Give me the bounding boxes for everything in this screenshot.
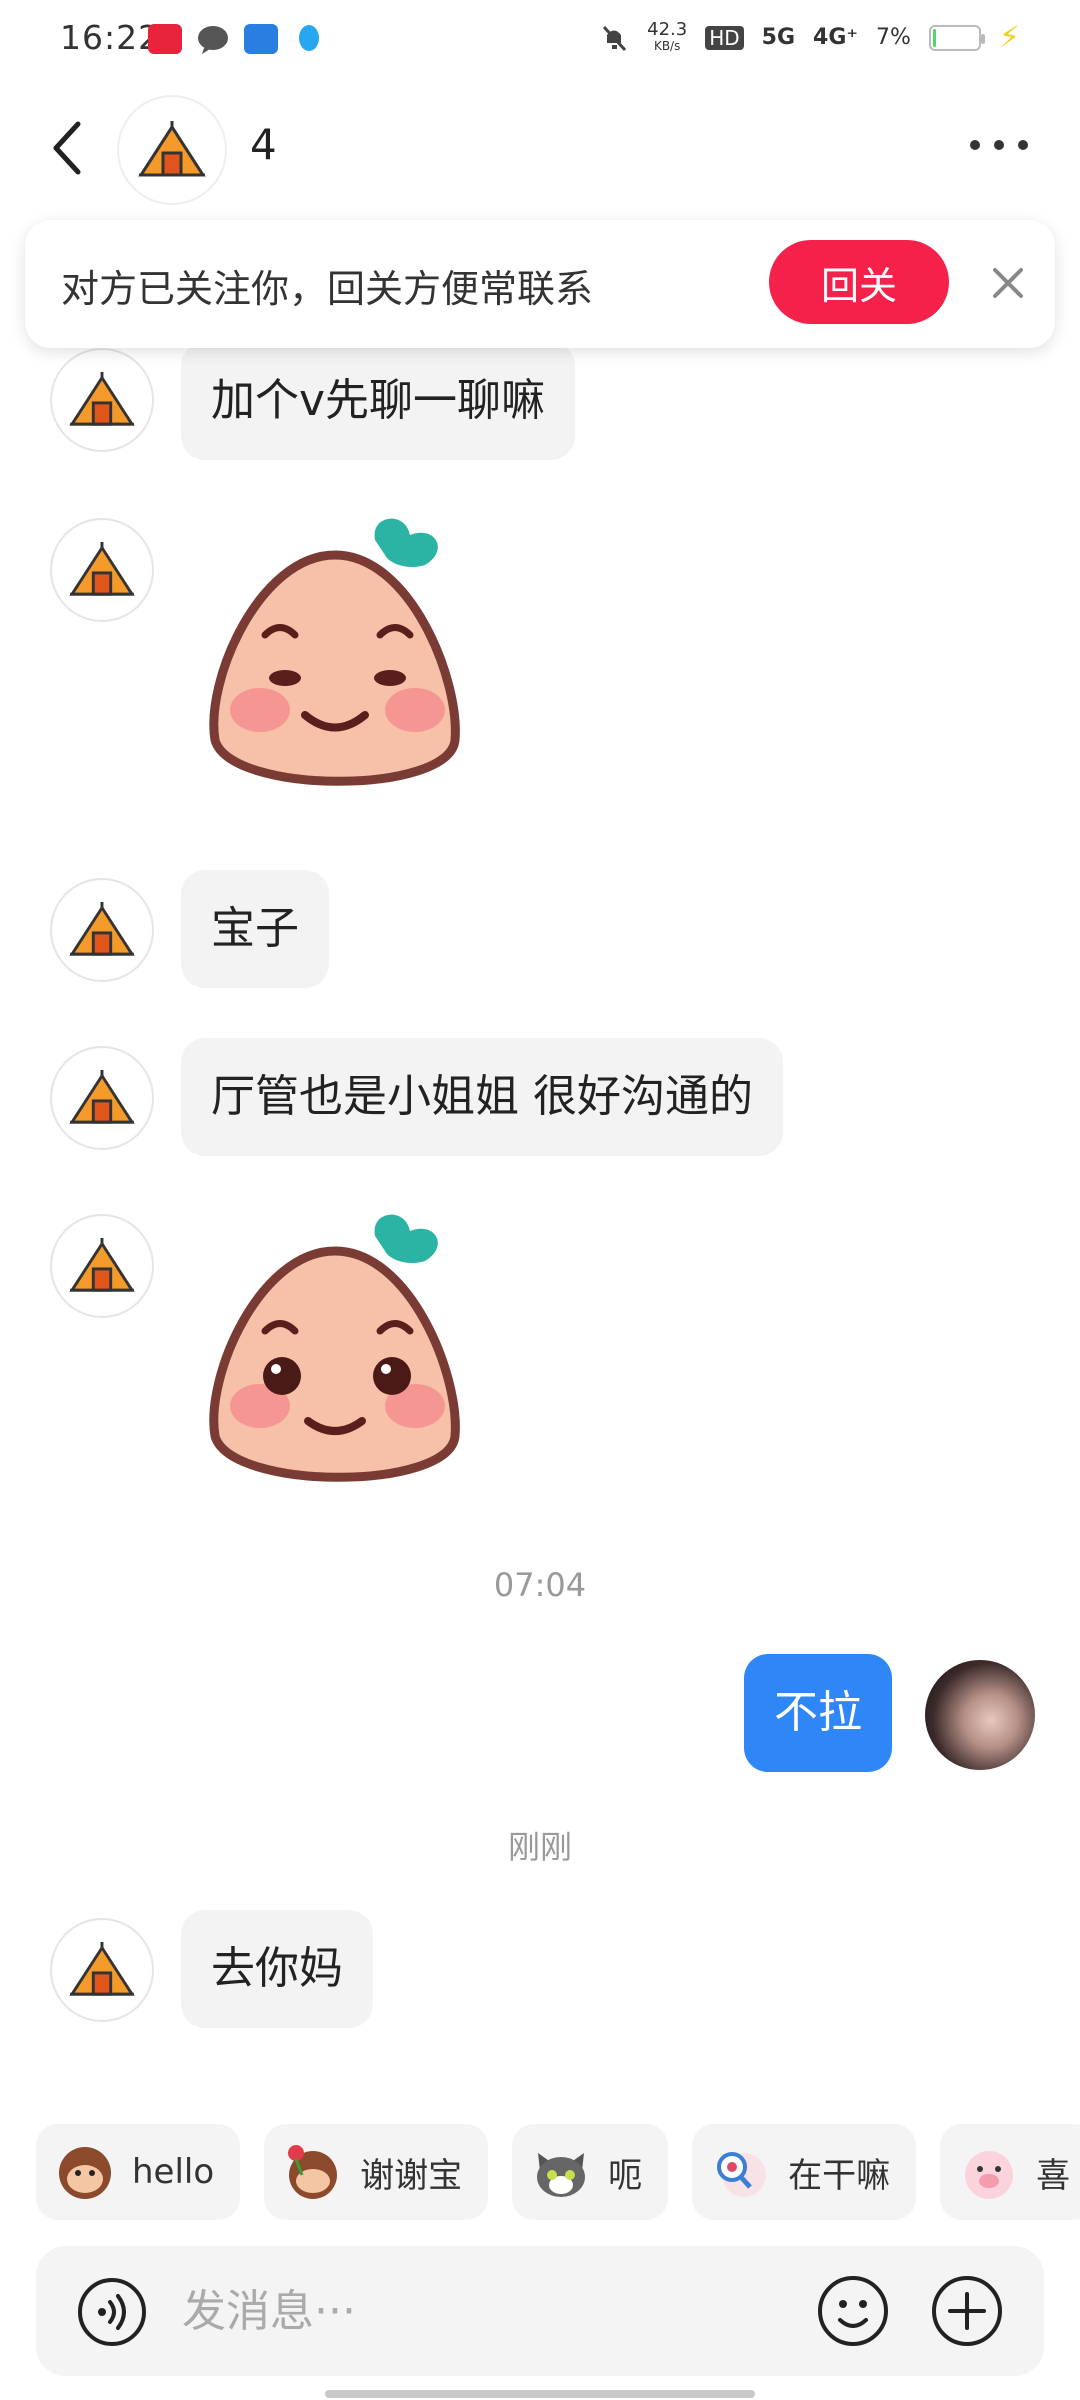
battery-fill xyxy=(932,28,936,47)
sender-avatar[interactable] xyxy=(50,1918,154,2022)
timestamp: 07:04 xyxy=(493,1566,587,1604)
magnifier-doll-icon xyxy=(717,2152,767,2197)
quick-reply-chip[interactable]: 谢谢宝 xyxy=(264,2124,489,2220)
quick-reply-bar: hello 谢谢宝 呃 在干嘛 喜 xyxy=(36,2124,1080,2220)
contact-avatar[interactable] xyxy=(117,95,227,205)
signal-4g: 4G⁺ xyxy=(813,25,859,50)
tent-icon xyxy=(69,1941,135,1996)
quick-reply-chip[interactable]: 呃 xyxy=(512,2124,669,2220)
quick-reply-chip[interactable]: 喜 xyxy=(940,2124,1080,2220)
my-avatar[interactable] xyxy=(925,1660,1035,1770)
sender-avatar[interactable] xyxy=(50,1046,154,1150)
chat-notification-icon xyxy=(198,26,228,54)
store-notification-icon xyxy=(244,24,278,54)
peach-eyes-sticker[interactable] xyxy=(190,1206,480,1496)
status-time: 16:22 xyxy=(60,18,161,57)
sender-avatar[interactable] xyxy=(50,518,154,622)
monkey-rose-icon xyxy=(288,2145,338,2199)
mute-bell-icon xyxy=(603,25,627,51)
status-bar: 16:22 42.3 KB/s HD 5G 4G⁺ 7% ⚡ xyxy=(0,0,1080,80)
signal-5g: 5G xyxy=(761,25,796,50)
app-notification-icon xyxy=(148,24,182,54)
message-input[interactable] xyxy=(182,2274,802,2348)
status-indicators: 42.3 KB/s HD 5G 4G⁺ 7% ⚡ xyxy=(599,20,1020,55)
sender-avatar[interactable] xyxy=(50,348,154,452)
pig-icon xyxy=(965,2151,1014,2199)
message-bubble[interactable]: 宝子 xyxy=(181,870,329,988)
tent-icon xyxy=(69,1069,135,1124)
message-bubble[interactable]: 去你妈 xyxy=(181,1910,373,2028)
back-arrow-icon[interactable] xyxy=(48,118,88,178)
cat-icon xyxy=(537,2153,586,2197)
message-bubble[interactable]: 加个v先聊一聊嘛 xyxy=(181,342,576,460)
quick-reply-label: 呃 xyxy=(608,2155,643,2196)
message-input-bar xyxy=(36,2246,1044,2376)
plus-icon[interactable] xyxy=(930,2274,1004,2348)
tent-icon xyxy=(69,541,135,596)
qq-notification-icon xyxy=(299,25,319,51)
follow-back-banner: 对方已关注你，回关方便常联系 回关 xyxy=(25,220,1055,348)
quick-reply-label: 在干嘛 xyxy=(788,2155,891,2196)
close-icon[interactable] xyxy=(985,260,1031,306)
battery-icon xyxy=(928,24,985,51)
tent-icon xyxy=(69,1237,135,1292)
quick-reply-chip[interactable]: 在干嘛 xyxy=(692,2124,917,2220)
quick-reply-label: hello xyxy=(132,2152,215,2192)
tent-icon xyxy=(138,121,206,177)
notification-icons xyxy=(148,24,326,54)
net-speed: 42.3 KB/s xyxy=(647,18,688,53)
chat-header: 4 xyxy=(0,90,1080,210)
voice-icon[interactable] xyxy=(76,2276,148,2348)
battery-percent: 7% xyxy=(876,25,911,50)
peach-smile-sticker[interactable] xyxy=(190,510,480,800)
tent-icon xyxy=(69,371,135,426)
timestamp: 刚刚 xyxy=(507,1828,572,1866)
sender-avatar[interactable] xyxy=(50,878,154,982)
hd-icon: HD xyxy=(705,25,744,50)
quick-reply-label: 谢谢宝 xyxy=(360,2155,463,2196)
my-message-bubble[interactable]: 不拉 xyxy=(744,1654,892,1772)
follow-back-button[interactable]: 回关 xyxy=(769,240,949,324)
quick-reply-label: 喜 xyxy=(1036,2155,1071,2196)
message-bubble[interactable]: 厅管也是小姐姐 很好沟通的 xyxy=(181,1038,783,1156)
quick-reply-chip[interactable]: hello xyxy=(36,2124,241,2220)
more-options-icon[interactable] xyxy=(970,140,1028,150)
charging-bolt-icon: ⚡ xyxy=(998,20,1020,55)
emoji-icon[interactable] xyxy=(816,2274,890,2348)
banner-text: 对方已关注你，回关方便常联系 xyxy=(61,267,594,311)
tent-icon xyxy=(69,901,135,956)
monkey-hello-icon xyxy=(59,2147,111,2199)
sender-avatar[interactable] xyxy=(50,1214,154,1318)
home-indicator[interactable] xyxy=(325,2390,755,2398)
contact-name: 4 xyxy=(250,120,277,169)
